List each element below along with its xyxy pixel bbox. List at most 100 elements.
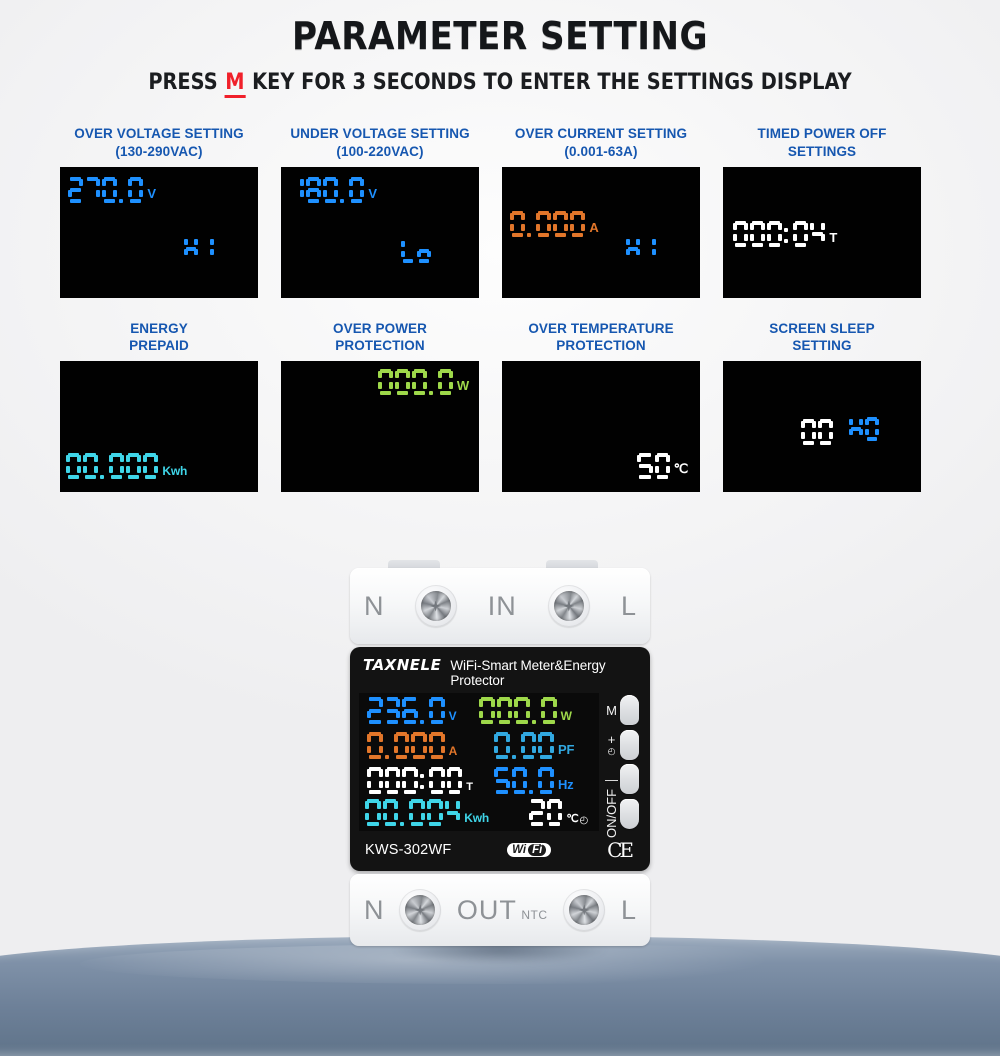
wifi-badge: Wi Fi <box>507 843 552 857</box>
terminal-block-out: N OUT NTC L <box>350 874 650 946</box>
seven-segment-char <box>109 453 125 480</box>
plus-button[interactable] <box>620 729 639 760</box>
seven-segment-char <box>419 767 427 794</box>
panel-primary-reading: V <box>289 176 377 203</box>
panel-primary-reading <box>801 419 835 446</box>
subtitle-text-after: KEY FOR 3 SECONDS TO ENTER THE SETTINGS … <box>245 70 852 95</box>
panel-label-line1: OVER CURRENT SETTING <box>514 126 688 141</box>
device-body: TAXNELE WiFi-Smart Meter&Energy Protecto… <box>350 647 650 871</box>
seven-segment-char <box>494 767 510 794</box>
seven-segment-char <box>654 453 670 480</box>
terminal-top-l-label: L <box>620 590 636 621</box>
panel-label-line2: PROTECTION <box>335 338 425 354</box>
button-row-1: M <box>605 694 641 726</box>
seven-segment-value <box>733 220 827 247</box>
device-lcd-screen: V W A PF T Hz Kwh ℃ ◴ <box>359 693 599 831</box>
seven-segment-char <box>479 697 495 724</box>
page-subtitle: PRESS M KEY FOR 3 SECONDS TO ENTER THE S… <box>60 58 940 98</box>
panel-label-line1: UNDER VOLTAGE SETTING <box>290 126 470 141</box>
seven-segment-char <box>801 419 817 446</box>
seven-segment-char <box>494 732 510 759</box>
button-label-text: ON/OFF <box>604 789 619 839</box>
button-label-text: — <box>605 771 618 787</box>
screw-terminal-top-right[interactable] <box>547 585 590 627</box>
panel-lcd-display: V <box>60 166 258 298</box>
lcd-timer: T <box>367 767 473 794</box>
seven-segment-value <box>849 417 881 442</box>
seven-segment-char <box>444 799 461 826</box>
button-label-on-off: ON/OFF <box>604 789 619 838</box>
seven-segment-char <box>365 799 381 826</box>
primary-unit-label: T <box>829 229 838 245</box>
terminal-bottom-out-label: OUT NTC <box>457 895 548 926</box>
panel-label-line2: PREPAID <box>129 338 189 354</box>
seven-segment-char <box>68 176 84 203</box>
panel-label-line1: OVER VOLTAGE SETTING <box>74 126 244 141</box>
seven-segment-char <box>419 697 427 724</box>
seven-segment-char <box>402 697 418 724</box>
seven-segment-char <box>529 767 536 794</box>
lcd-energy-unit: Kwh <box>464 811 490 825</box>
button-label-minus: — <box>605 773 618 786</box>
seven-segment-char <box>520 732 537 759</box>
minus-button[interactable] <box>620 764 639 795</box>
screw-terminal-bottom-right[interactable] <box>563 889 606 931</box>
seven-segment-value <box>367 697 447 724</box>
seven-segment-value <box>367 767 464 794</box>
terminal-block-in: N IN L <box>350 568 650 644</box>
subtitle-text-before: PRESS <box>148 70 225 95</box>
seven-segment-char <box>496 697 513 724</box>
seven-segment-char <box>393 732 410 759</box>
setting-panel-4: TIMED POWER OFF SETTINGS T <box>723 125 921 298</box>
seven-segment-value <box>66 453 160 480</box>
panel-label: OVER POWER PROTECTION <box>281 320 479 362</box>
panel-primary-reading: W <box>377 369 469 396</box>
seven-segment-char <box>100 453 107 480</box>
seven-segment-char <box>510 210 526 237</box>
panel-label: ENERGY PREPAID <box>60 320 258 362</box>
seven-segment-char <box>750 220 766 247</box>
lcd-temperature: ℃ ◴ <box>529 799 588 826</box>
seven-segment-char <box>119 177 126 203</box>
seven-segment-char <box>784 221 791 247</box>
page-title: PARAMETER SETTING <box>291 14 709 58</box>
seven-segment-char <box>289 177 305 203</box>
wifi-badge-wi: Wi <box>512 844 527 856</box>
seven-segment-value <box>68 176 145 203</box>
screw-terminal-bottom-left[interactable] <box>399 889 442 931</box>
seven-segment-char <box>849 417 863 441</box>
button-label-text: + <box>607 732 616 748</box>
setting-panel-3: OVER CURRENT SETTING (0.001-63A) A <box>502 125 700 298</box>
brand-row: TAXNELE WiFi-Smart Meter&Energy Protecto… <box>359 655 641 693</box>
panel-secondary-reading <box>626 237 658 261</box>
terminal-in-text: IN <box>487 590 517 621</box>
screen-area: V W A PF T Hz Kwh ℃ ◴ M + ◴ — ON/OFF <box>359 693 641 839</box>
seven-segment-char <box>540 697 557 724</box>
seven-segment-value <box>637 453 671 480</box>
device-photo: N IN L TAXNELE WiFi-Smart Meter&Energy P… <box>350 560 650 946</box>
panel-label-line1: OVER POWER <box>332 320 427 336</box>
panel-label-line1: TIMED POWER OFF <box>757 126 887 141</box>
seven-segment-value <box>510 210 587 237</box>
seven-segment-value <box>494 732 556 759</box>
button-column: M + ◴ — ON/OFF <box>604 693 641 839</box>
terminal-top-in-label: IN <box>488 591 517 622</box>
lcd-power-factor-unit: PF <box>557 742 575 757</box>
primary-unit-label: V <box>147 185 156 201</box>
brand-tagline: WiFi-Smart Meter&Energy Protector <box>450 658 606 688</box>
seven-segment-char <box>411 369 427 396</box>
seven-segment-char <box>428 767 445 794</box>
button-row-4: ON/OFF <box>604 789 641 839</box>
panel-row-1: OVER VOLTAGE SETTING (130-290VAC) V UNDER V… <box>60 125 935 298</box>
panel-label-line2: SETTING <box>792 338 852 354</box>
lcd-current-unit: A <box>448 744 458 758</box>
primary-unit-label: V <box>368 185 377 201</box>
screw-terminal-top-left[interactable] <box>414 585 457 627</box>
seven-segment-value <box>184 237 216 261</box>
panel-primary-reading: V <box>68 176 156 203</box>
on-off-button[interactable] <box>620 798 639 829</box>
setting-panel-grid: OVER VOLTAGE SETTING (130-290VAC) V UNDER V… <box>60 125 935 493</box>
mode-button[interactable] <box>620 695 639 725</box>
seven-segment-value <box>801 419 835 446</box>
lcd-wifi-icon: ◴ <box>579 815 589 826</box>
